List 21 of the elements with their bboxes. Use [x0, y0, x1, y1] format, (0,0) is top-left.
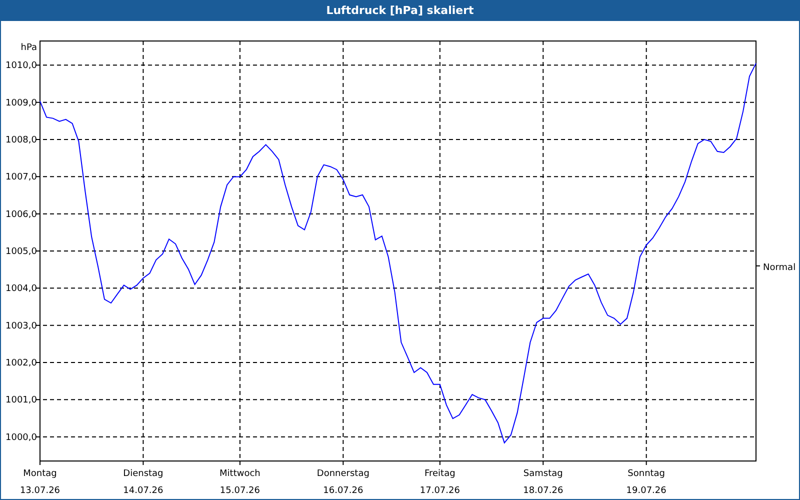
y-axis-unit: hPa: [20, 43, 37, 53]
x-tick-label: Freitag 17.07.26: [420, 469, 460, 496]
y-tick-label: 1009,0: [6, 98, 37, 108]
annotation-label: Normal: [763, 262, 796, 273]
x-tick-label: Mittwoch 15.07.26: [220, 469, 260, 496]
x-tick-label: Samstag 18.07.26: [523, 469, 564, 496]
y-tick-label: 1003,0: [6, 321, 37, 332]
x-tick-label: Dienstag 14.07.26: [123, 469, 164, 496]
y-tick-label: 1000,0: [6, 432, 37, 443]
chart-title: Luftdruck [hPa] skaliert: [326, 2, 474, 19]
x-tick-label: Sonntag 19.07.26: [626, 469, 666, 496]
y-tick-label: 1010,0: [6, 61, 37, 72]
y-tick-label: 1002,0: [6, 358, 37, 368]
y-tick-label: 1006,0: [6, 210, 37, 220]
y-tick-label: 1008,0: [6, 136, 37, 146]
x-tick-label: Donnerstag 16.07.26: [316, 469, 370, 496]
y-tick-label: 1004,0: [6, 284, 37, 294]
x-tick-label: Montag 13.07.26: [20, 469, 60, 496]
y-tick-label: 1001,0: [6, 396, 37, 406]
y-tick-label: 1007,0: [6, 172, 37, 183]
y-tick-label: 1005,0: [6, 247, 37, 257]
